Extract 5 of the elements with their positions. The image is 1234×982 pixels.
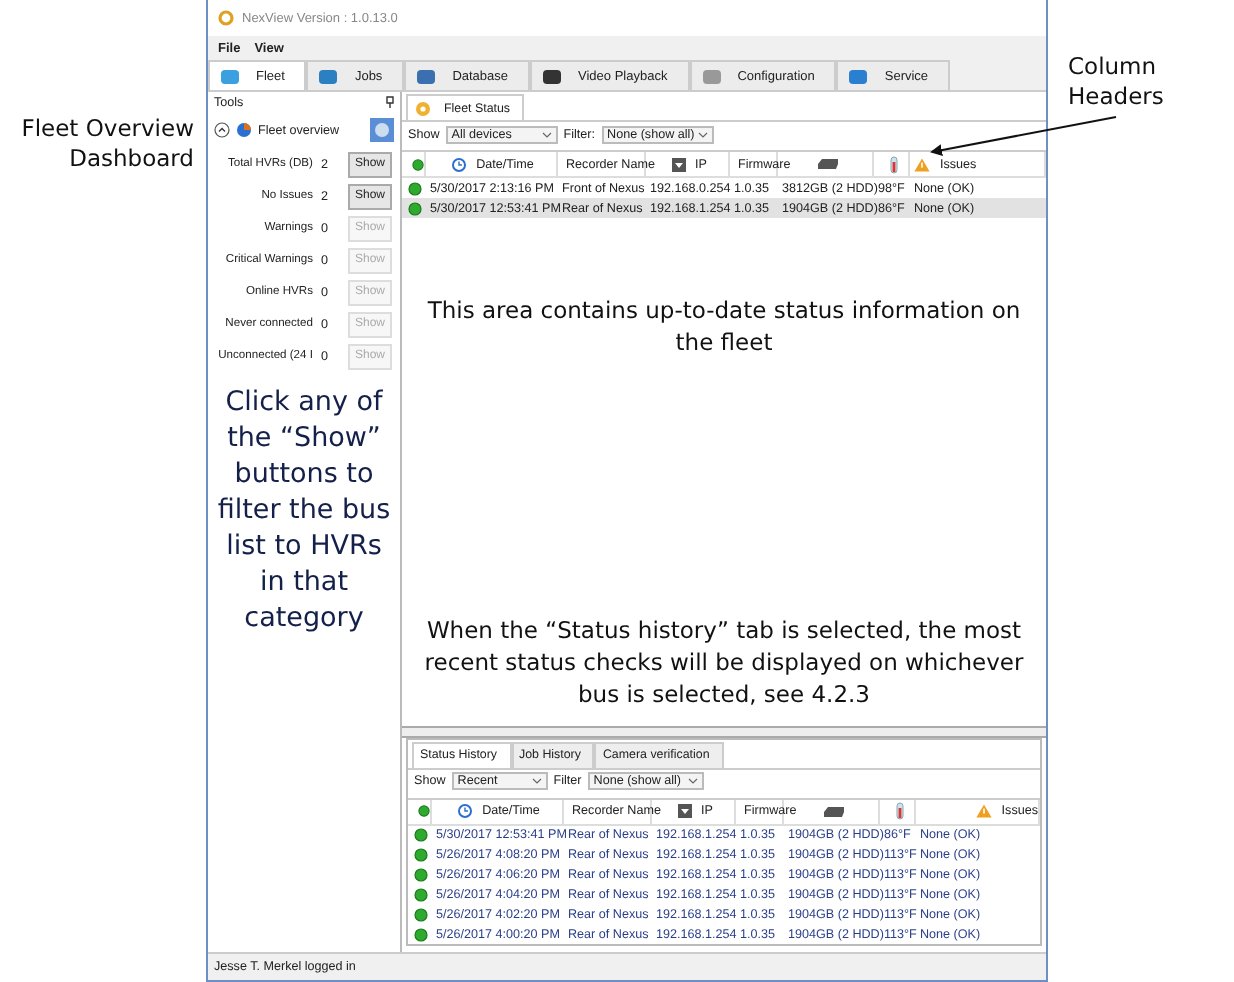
annotation-text: Click any of the “Show” buttons to filter the bus list to HVRs in that category — [215, 384, 393, 636]
annotation-text: Column Headers — [1068, 52, 1166, 112]
annotation-text: This area contains up-to-date status information on the fleet — [425, 294, 1023, 358]
annotation-text: When the “Status history” tab is selected, the most recent status checks will be displayed on whichever bus is selected, see 4.2.3 — [422, 614, 1026, 710]
annotation-text: Fleet Overview Dashboard — [19, 114, 196, 174]
